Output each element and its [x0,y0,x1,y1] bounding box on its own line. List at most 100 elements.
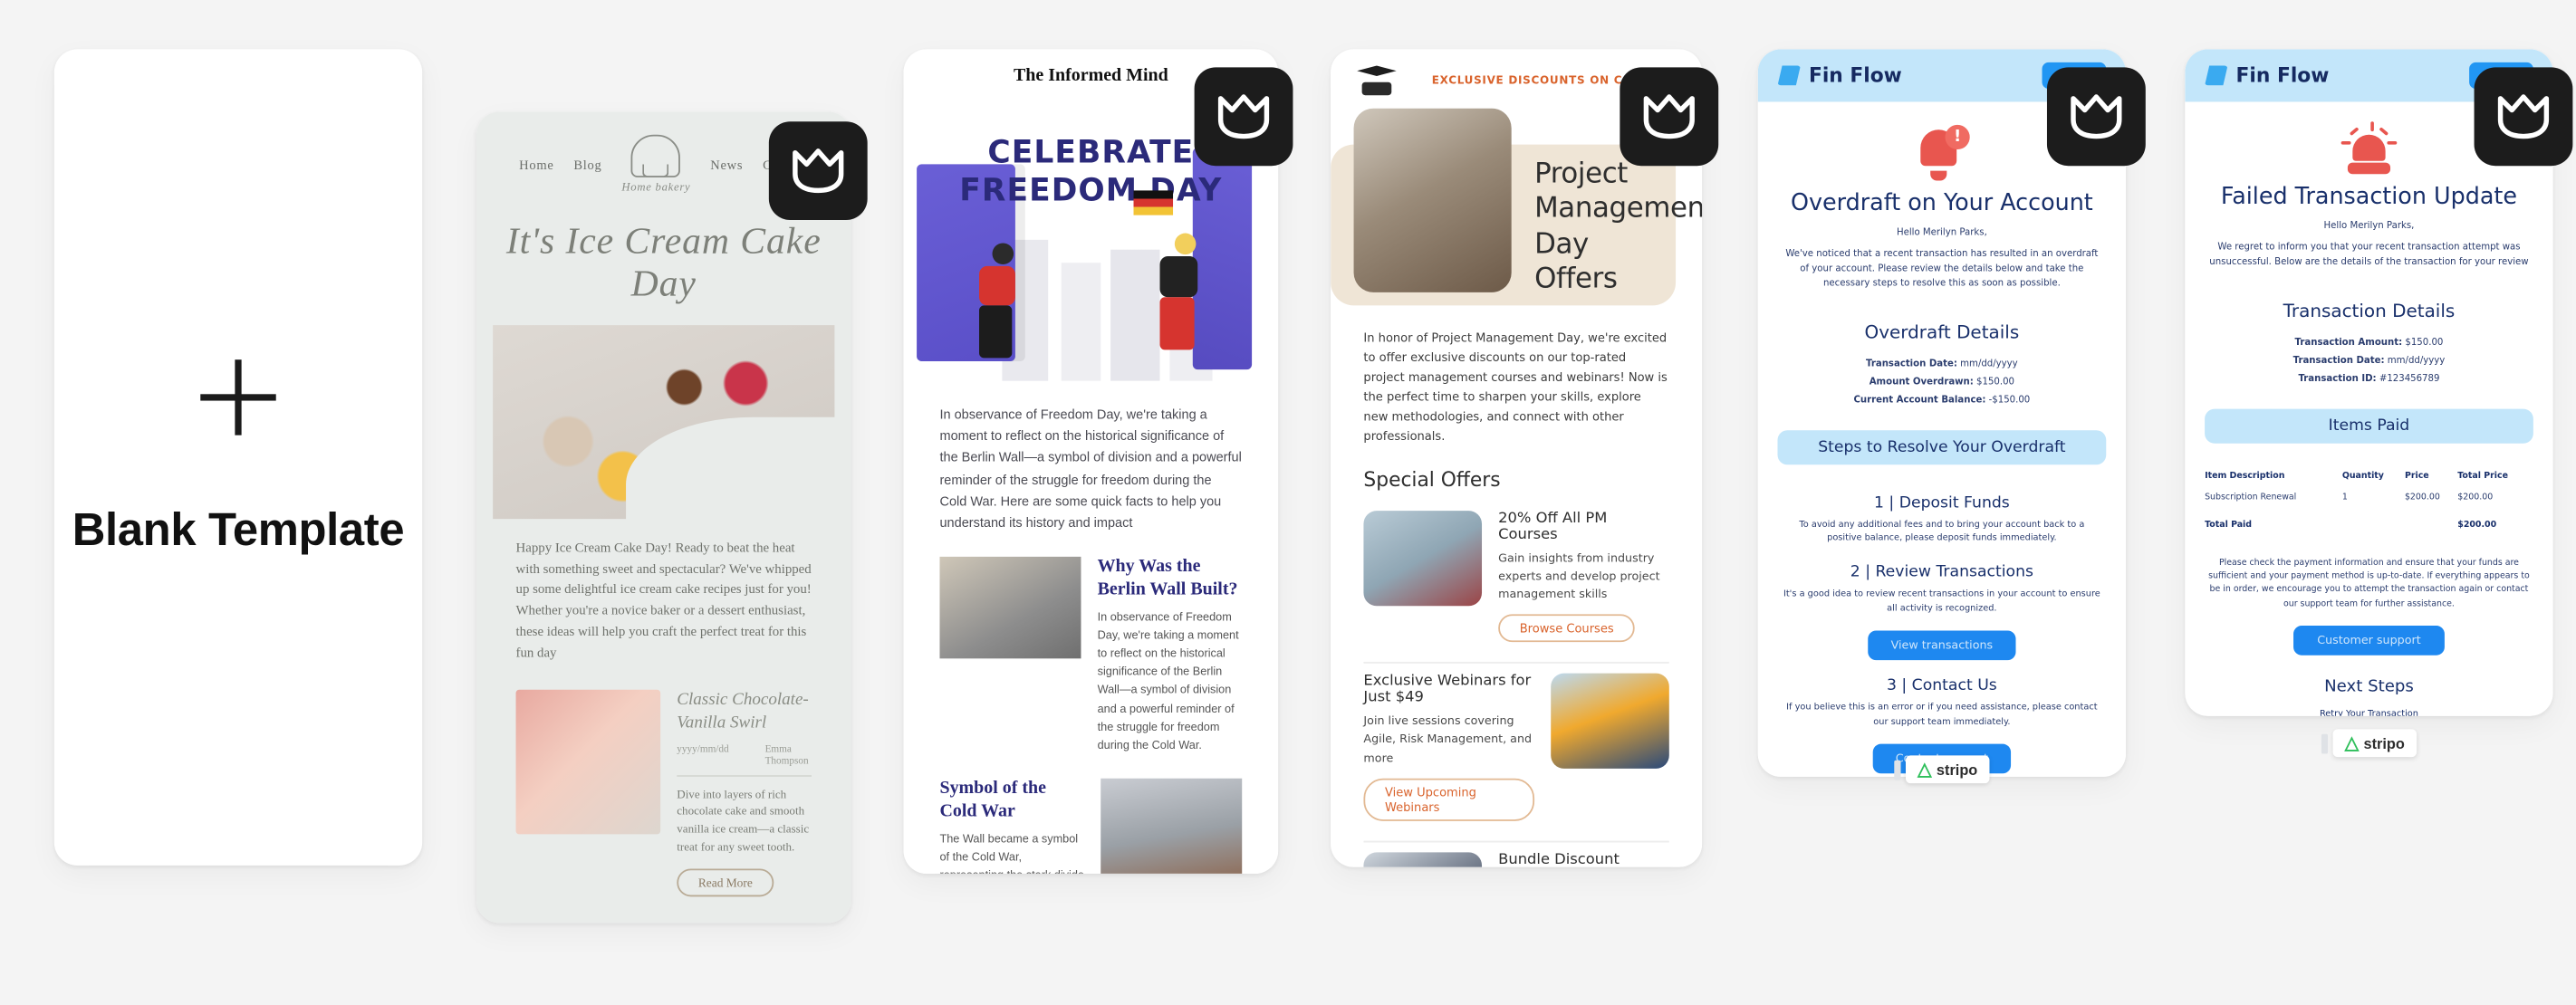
total-value: $200.00 [2457,520,2497,531]
crown-icon [793,148,844,194]
detail-value: $150.00 [2405,338,2444,349]
detail-label: Transaction ID: [2298,374,2377,384]
detail-value: mm/dd/yyyy [2387,356,2446,367]
finflow-logo: Fin Flow [2205,64,2329,87]
pm-offer-title: 20% Off All PM Courses [1498,510,1608,543]
table-header: Item Description [2205,470,2285,481]
finflow-cube-icon [2205,65,2228,86]
pm-offer-title: Exclusive Webinars for Just $49 [1363,673,1532,707]
table-cell: Subscription Renewal [2205,492,2297,502]
overdraft-title: Overdraft on Your Account [1790,190,2093,217]
stripo-label: stripo [1936,761,1978,778]
bakery-item-title: Classic Chocolate-Vanilla Swirl [677,691,809,733]
customer-support-button[interactable]: Customer support [2293,625,2445,656]
finflow-cube-icon [1777,65,1801,86]
bakery-logo: Home bakery [621,134,690,194]
detail-label: Current Account Balance: [1853,395,1986,406]
pm-offers-heading: Special Offers [1363,467,1501,491]
finflow-logo: Fin Flow [1777,63,1902,88]
view-webinars-button[interactable]: View Upcoming Webinars [1363,778,1535,821]
alert-siren-icon [2341,121,2398,175]
overdraft-greeting: Hello Merilyn Parks, [1896,228,1987,239]
freedom-intro: In observance of Freedom Day, we're taki… [939,407,1242,531]
browse-courses-button[interactable]: Browse Courses [1498,614,1636,643]
bakery-email-preview: Home Blog Home bakery News Contact It's … [476,111,851,924]
items-paid-banner: Items Paid [2205,408,2533,444]
premium-crown-badge[interactable] [768,121,868,221]
divider [677,774,812,777]
divider [1363,840,1669,842]
template-gallery: Blank Template Home Blog Home bakery New… [0,0,2576,1005]
next-steps-heading: Next Steps [2324,677,2414,696]
table-cell: $200.00 [2457,492,2494,502]
failed-details-list: Transaction Amount: $150.00 Transaction … [2185,335,2552,388]
bakery-item: Strawberry Shortcake Ice Cream Cake yyyy… [476,919,851,923]
step-desc: It's a good idea to review recent transa… [1783,589,2100,614]
bakery-nav-news[interactable]: News [710,157,743,171]
overdraft-body: We've noticed that a recent transaction … [1785,249,2099,290]
detail-label: Transaction Date: [2292,356,2385,367]
failed-note: Please check the payment information and… [2208,558,2530,609]
person-left-illustration [979,243,1035,368]
premium-crown-badge[interactable] [1194,67,1293,167]
stripo-logo-icon: △ [1918,760,1932,780]
finflow-brand: Fin Flow [1808,63,1902,88]
step-title: 3 | Contact Us [1886,676,1997,695]
premium-crown-badge[interactable] [1620,67,1719,167]
stripo-badge-overdraft: △ stripo [1758,736,2126,800]
overdraft-details-heading: Overdraft Details [1864,321,2020,343]
pm-offer-row: Bundle Discount Save 30% when you sign u… [1331,846,1702,867]
pm-hero-photo [1353,108,1512,292]
stripo-badge-failed: △ stripo [2185,710,2552,774]
bakery-nav-blog[interactable]: Blog [573,157,601,171]
steps-banner: Steps to Resolve Your Overdraft [1777,429,2107,464]
crown-icon [1217,94,1270,139]
table-cell: 1 [2341,492,2348,502]
detail-value: mm/dd/yyyy [1960,359,2018,369]
pm-offer-desc: Gain insights from industry experts and … [1498,550,1660,601]
table-header: Price [2404,470,2429,481]
bakery-hero-image [493,325,839,530]
finflow-brand: Fin Flow [2235,63,2330,88]
step-title: 2 | Review Transactions [1850,562,2034,581]
chef-hat-icon [631,134,681,177]
items-paid-table: Item Description Quantity Price Total Pr… [2185,456,2552,537]
template-card-freedom-day[interactable]: The Informed Mind CELEBRATE FREEDOM DAY … [903,49,1279,874]
freedom-section-heading: Symbol of the Cold War [939,778,1046,821]
bakery-item-date: yyyy/mm/dd [677,742,729,755]
freedom-section-body: In observance of Freedom Day, we're taki… [1097,611,1239,752]
blank-template-card[interactable]: Blank Template [53,49,423,866]
table-header: Quantity [2341,470,2384,481]
total-label: Total Paid [2205,520,2253,531]
failed-greeting: Hello Merilyn Parks, [2323,222,2415,232]
failed-details-heading: Transaction Details [2283,300,2456,322]
view-transactions-button[interactable]: View transactions [1868,630,2016,661]
crown-icon [2071,94,2122,139]
table-total-row: Total Paid $200.00 [2205,509,2533,537]
overdraft-details-list: Transaction Date: mm/dd/yyyy Amount Over… [1758,356,2126,409]
berlin-wall-photo [939,557,1081,659]
bakery-title: It's Ice Cream Cake Day [505,220,822,304]
failed-title: Failed Transaction Update [2220,184,2517,211]
read-more-button[interactable]: Read More [677,868,774,896]
premium-crown-badge[interactable] [2474,67,2573,167]
detail-label: Amount Overdrawn: [1869,377,1974,388]
failed-body: We regret to inform you that your recent… [2209,243,2529,268]
pm-offer-image [1363,510,1483,606]
stripo-logo-icon: △ [2344,733,2360,754]
template-card-bakery[interactable]: Home Blog Home bakery News Contact It's … [476,111,851,924]
freedom-email-preview: The Informed Mind CELEBRATE FREEDOM DAY … [903,49,1279,874]
bakery-nav-home[interactable]: Home [519,157,553,171]
pm-offer-row: 20% Off All PM Courses Gain insights fro… [1331,503,1702,659]
template-card-project-management[interactable]: EXCLUSIVE DISCOUNTS ON COURSES Project M… [1331,49,1703,867]
freedom-section-heading: Why Was the Berlin Wall Built? [1097,557,1238,599]
premium-crown-badge[interactable] [2046,67,2146,167]
table-row: Subscription Renewal 1 $200.00 $200.00 [2205,485,2533,508]
crown-icon [1643,94,1695,139]
pm-offer-image [1551,673,1669,770]
blank-template-label: Blank Template [72,502,405,555]
detail-value: -$150.00 [1988,395,2031,406]
person-right-illustration [1159,233,1216,368]
pm-title: Project Management Day Offers [1534,158,1703,296]
pm-intro: In honor of Project Management Day, we'r… [1363,330,1668,445]
